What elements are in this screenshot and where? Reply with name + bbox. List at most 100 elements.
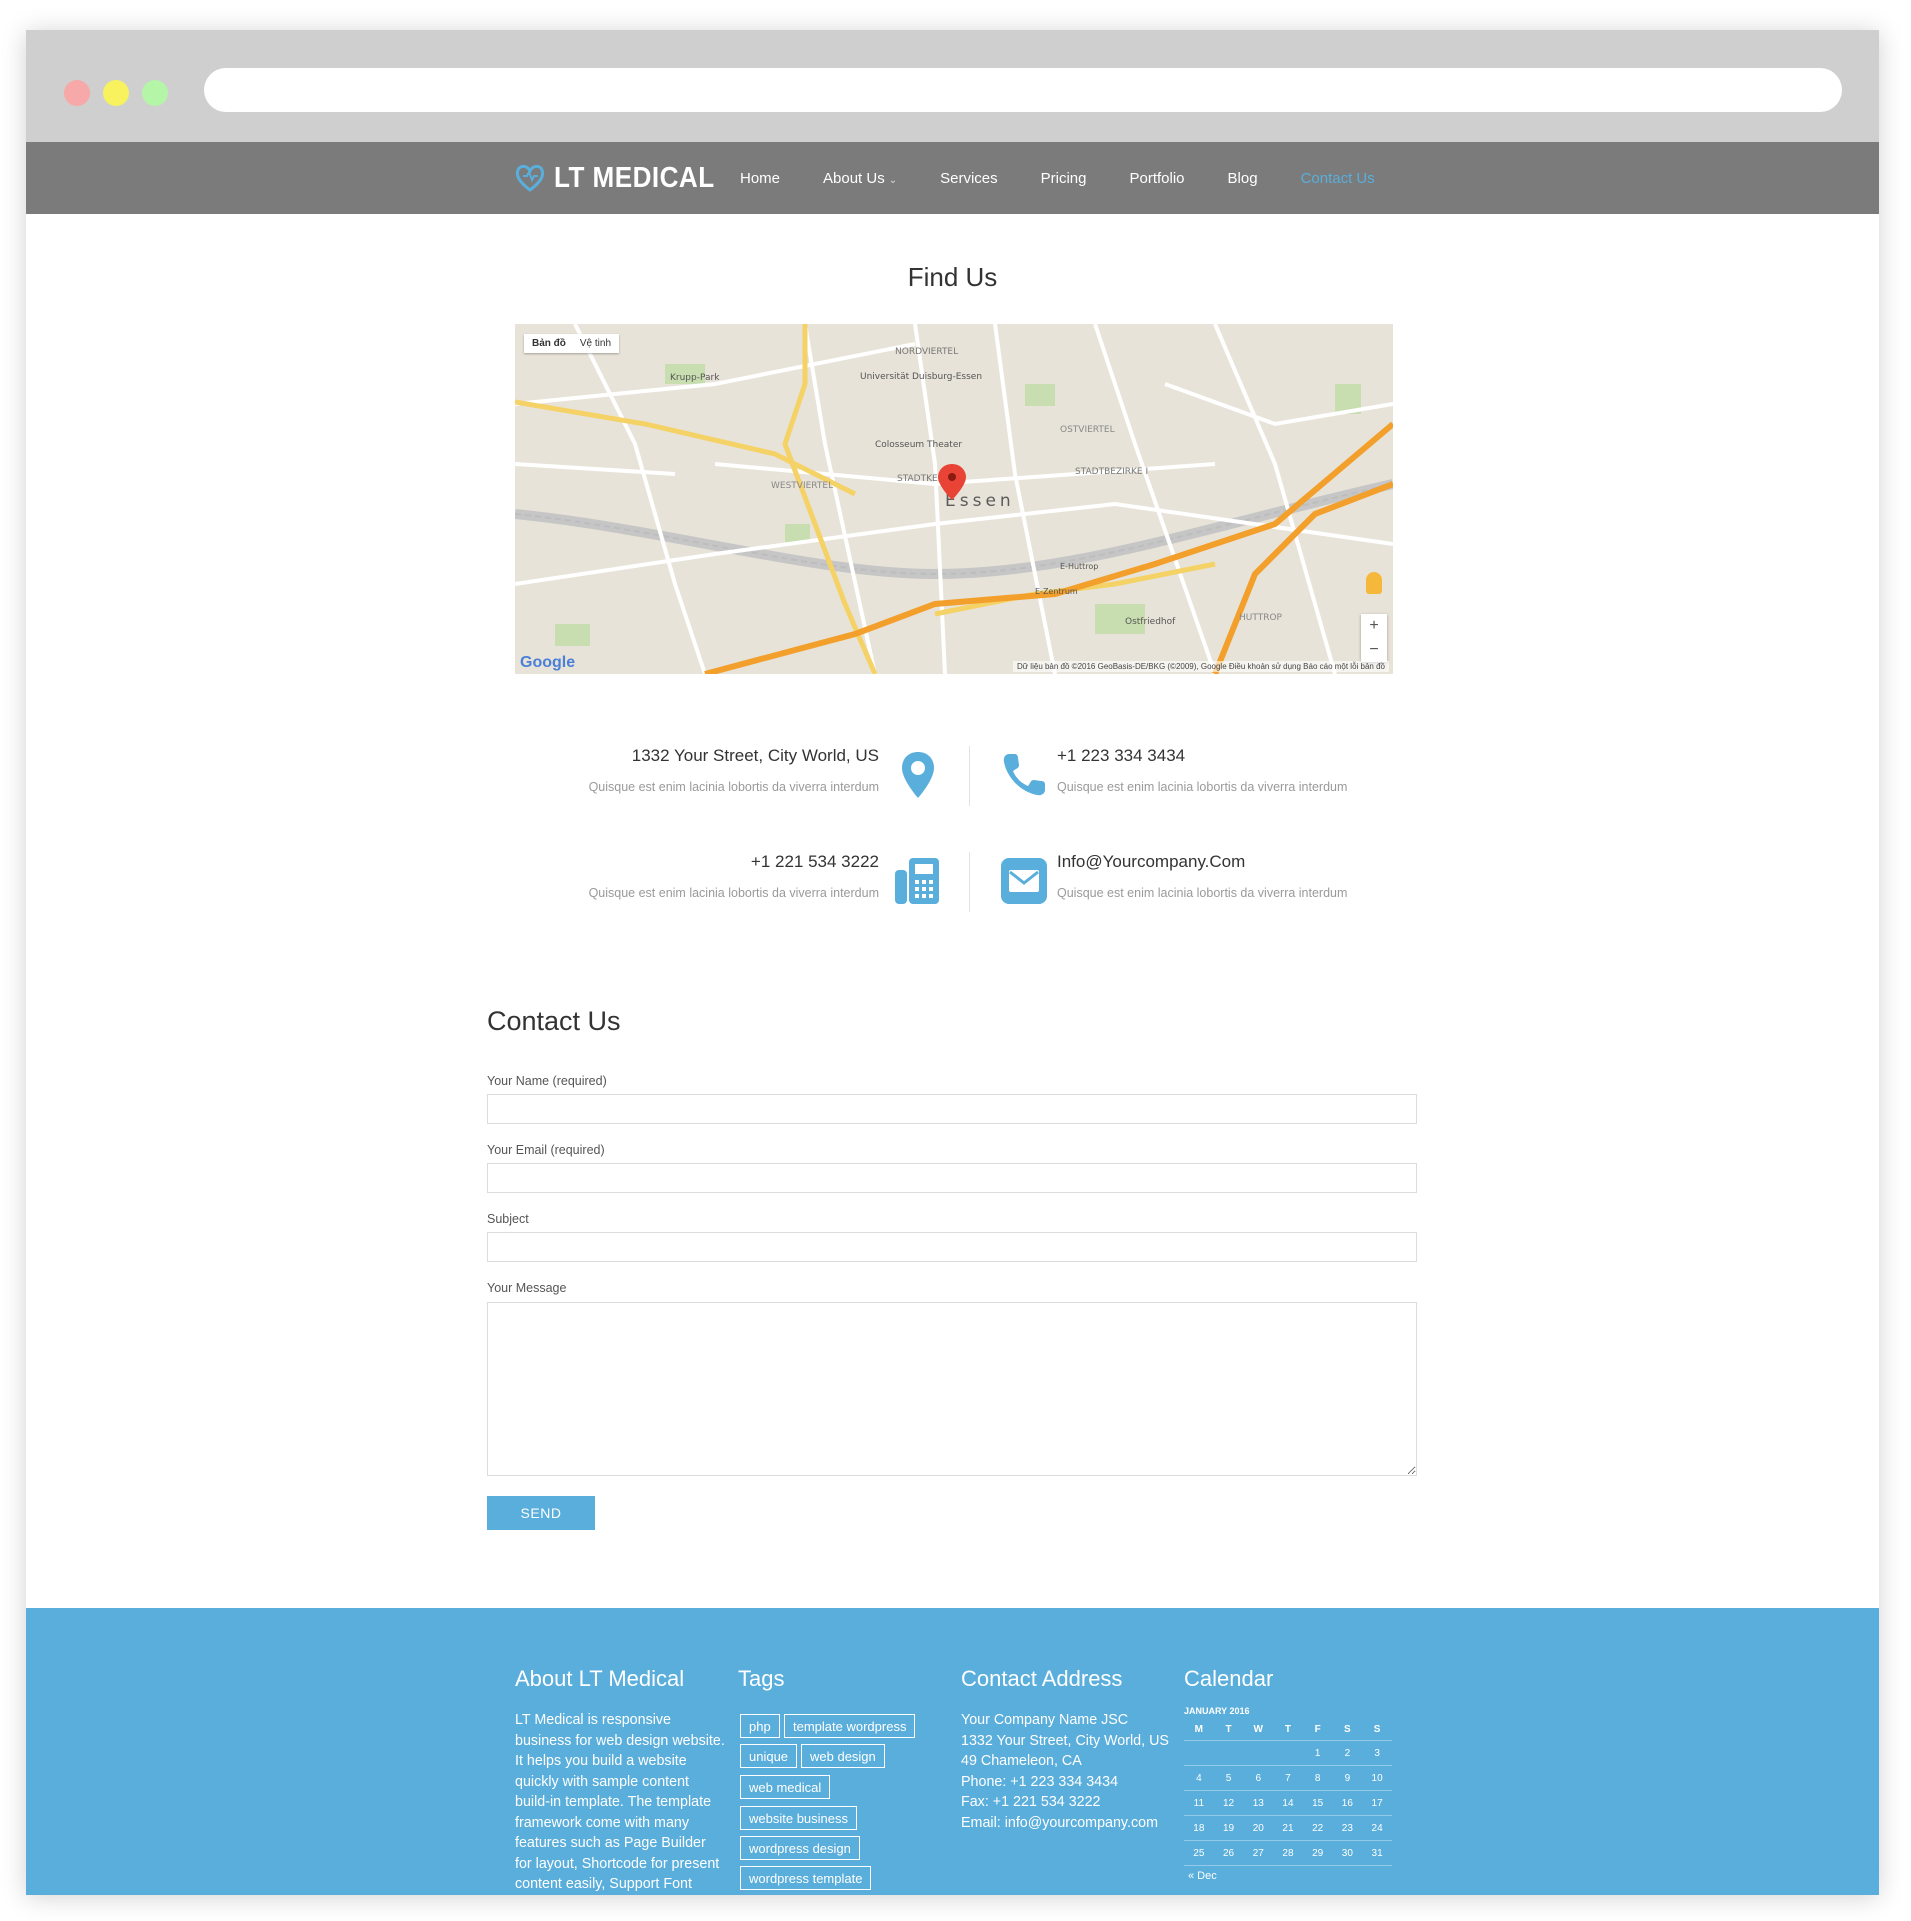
tag-template-wordpress[interactable]: template wordpress xyxy=(784,1714,916,1738)
envelope-icon xyxy=(997,854,1051,908)
weekday-header: T xyxy=(1273,1718,1303,1741)
calendar-day: 23 xyxy=(1332,1815,1363,1841)
nav-services[interactable]: Services xyxy=(940,170,998,187)
footer-contact-address: Your Company Name JSC 1332 Your Street, … xyxy=(961,1710,1169,1833)
phone-icon xyxy=(997,748,1051,802)
map-label: HUTTROP xyxy=(1239,613,1283,623)
site-logo[interactable]: LT MEDICAL xyxy=(514,158,732,198)
info-fax-desc: Quisque est enim lacinia lobortis da viv… xyxy=(588,886,879,900)
map-type-map[interactable]: Bản đồ xyxy=(532,338,566,349)
tag-wordpress-template[interactable]: wordpress template xyxy=(740,1866,872,1890)
calendar-day: 9 xyxy=(1332,1765,1363,1791)
map-type-toggle[interactable]: Bản đồ Vệ tinh xyxy=(524,334,620,353)
nav-about-us[interactable]: About Us ⌄ xyxy=(823,170,897,187)
calendar-day: 3 xyxy=(1362,1740,1392,1766)
heart-logo-icon xyxy=(515,164,545,192)
calendar-day: 17 xyxy=(1362,1790,1392,1816)
calendar-day: 28 xyxy=(1273,1840,1303,1866)
nav-blog[interactable]: Blog xyxy=(1228,170,1258,187)
calendar-day xyxy=(1243,1740,1274,1766)
map-attribution[interactable]: Dữ liệu bản đồ ©2016 GeoBasis-DE/BKG (©2… xyxy=(1012,661,1389,672)
calendar-prev-month-link[interactable]: « Dec xyxy=(1184,1870,1392,1882)
find-us-title: Find Us xyxy=(907,262,998,292)
site-footer: About LT Medical LT Medical is responsiv… xyxy=(26,1608,1879,1895)
address-line: 1332 Your Street, City World, US xyxy=(961,1732,1169,1749)
tag-web-design[interactable]: web design xyxy=(801,1744,885,1768)
map-marker-icon xyxy=(891,748,945,802)
calendar-day: 16 xyxy=(1332,1790,1363,1816)
tag-unique[interactable]: unique xyxy=(740,1744,798,1768)
logo-text: LT MEDICAL xyxy=(554,161,715,194)
nav-contact-us[interactable]: Contact Us xyxy=(1301,170,1375,187)
send-button[interactable]: SEND xyxy=(487,1496,595,1530)
name-field[interactable] xyxy=(487,1094,1417,1124)
weekday-header: M xyxy=(1184,1718,1214,1741)
calendar-day: 26 xyxy=(1213,1840,1244,1866)
calendar-day: 4 xyxy=(1184,1765,1214,1791)
calendar-day: 31 xyxy=(1362,1840,1392,1866)
calendar-day: 18 xyxy=(1184,1815,1214,1841)
info-email: Info@Yourcompany.Com Quisque est enim la… xyxy=(1057,852,1393,900)
nav-home[interactable]: Home xyxy=(740,170,780,187)
nav-portfolio[interactable]: Portfolio xyxy=(1130,170,1185,187)
close-window-dot[interactable] xyxy=(64,80,90,106)
calendar-day: 2 xyxy=(1332,1740,1363,1766)
weekday-header: S xyxy=(1332,1718,1363,1741)
calendar-day: 22 xyxy=(1302,1815,1333,1841)
subject-label: Subject xyxy=(487,1212,529,1226)
footer-about-title: About LT Medical xyxy=(515,1666,685,1691)
address-phone: Phone: +1 223 334 3434 xyxy=(961,1773,1119,1790)
chevron-down-icon: ⌄ xyxy=(888,174,898,186)
tag-php[interactable]: php xyxy=(740,1714,780,1738)
footer-about-text: LT Medical is responsive business for we… xyxy=(515,1712,725,1892)
calendar-day: 21 xyxy=(1273,1815,1303,1841)
calendar-day: 29 xyxy=(1302,1840,1333,1866)
info-phone-title: +1 223 334 3434 xyxy=(1057,746,1186,765)
footer-contact-title: Contact Address xyxy=(961,1666,1123,1691)
map-label: Universität Duisburg-Essen xyxy=(860,372,982,382)
maximize-window-dot[interactable] xyxy=(142,80,168,106)
map-type-satellite[interactable]: Vệ tinh xyxy=(580,338,611,349)
footer-calendar-title: Calendar xyxy=(1184,1666,1274,1691)
address-bar[interactable] xyxy=(204,68,1842,112)
calendar-day: 12 xyxy=(1213,1790,1244,1816)
google-logo: Google xyxy=(520,654,575,672)
email-field[interactable] xyxy=(487,1163,1417,1193)
info-row-2: +1 221 534 3222 Quisque est enim lacinia… xyxy=(515,852,1393,922)
message-textarea[interactable] xyxy=(487,1302,1417,1476)
calendar-day: 19 xyxy=(1213,1815,1244,1841)
map-label: E-Zentrum xyxy=(1035,587,1078,596)
info-phone-desc: Quisque est enim lacinia lobortis da viv… xyxy=(1057,780,1348,794)
map-label: STADTBEZIRKE I xyxy=(1075,467,1148,477)
street-view-pegman-icon[interactable] xyxy=(1366,572,1382,594)
map-label: Ostfriedhof xyxy=(1125,617,1176,627)
calendar-day: 7 xyxy=(1273,1765,1303,1791)
google-logo-text: Google xyxy=(520,654,576,671)
weekday-header: S xyxy=(1362,1718,1392,1741)
map-label: E-Huttrop xyxy=(1060,562,1098,571)
info-divider xyxy=(969,852,970,912)
zoom-in-button[interactable]: + xyxy=(1361,614,1387,638)
tag-website-business[interactable]: website business xyxy=(740,1806,857,1830)
message-label: Your Message xyxy=(487,1281,567,1295)
main-menu: Home About Us ⌄ Services Pricing Portfoli… xyxy=(740,142,1418,214)
minimize-window-dot[interactable] xyxy=(103,80,129,106)
calendar-caption: JANUARY 2016 xyxy=(1184,1706,1250,1716)
calendar-day: 30 xyxy=(1332,1840,1363,1866)
tag-web-medical[interactable]: web medical xyxy=(740,1775,831,1799)
browser-chrome xyxy=(26,30,1879,142)
map-label: WESTVIERTEL xyxy=(771,481,833,491)
map-label: OSTVIERTEL xyxy=(1060,425,1115,435)
calendar-day: 25 xyxy=(1184,1840,1214,1866)
tag-wordpress-design[interactable]: wordpress design xyxy=(740,1836,860,1860)
weekday-header: F xyxy=(1302,1718,1333,1741)
calendar-day xyxy=(1213,1740,1244,1766)
calendar-day: 20 xyxy=(1243,1815,1274,1841)
google-map[interactable]: Essen NORDVIERTEL Universität Duisburg-E… xyxy=(515,324,1393,674)
calendar-day: 13 xyxy=(1243,1790,1274,1816)
subject-field[interactable] xyxy=(487,1232,1417,1262)
zoom-out-button[interactable]: − xyxy=(1361,638,1387,662)
address-email[interactable]: Email: info@yourcompany.com xyxy=(961,1813,1169,1834)
map-canvas[interactable]: Essen NORDVIERTEL Universität Duisburg-E… xyxy=(515,324,1393,674)
nav-pricing[interactable]: Pricing xyxy=(1041,170,1087,187)
